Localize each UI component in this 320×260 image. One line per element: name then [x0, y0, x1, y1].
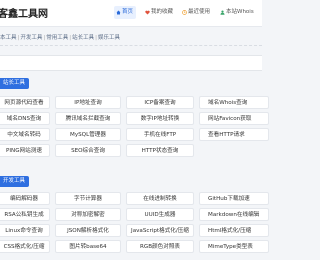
tool-link[interactable]: SEO综合查询	[55, 144, 121, 157]
search-bar[interactable]	[0, 55, 262, 71]
tool-link[interactable]: Markdown在线编辑	[199, 208, 269, 221]
category-link[interactable]: 常用工具	[46, 35, 68, 41]
tool-link[interactable]: MySQL管理器	[55, 128, 121, 141]
divider	[0, 45, 262, 46]
nav-home-label: 首页	[122, 9, 134, 15]
tool-link[interactable]: 查看HTTP请求	[199, 128, 269, 141]
heart-icon	[145, 10, 150, 15]
nav-recent-label: 最近使用	[188, 9, 211, 15]
home-icon	[116, 10, 121, 15]
nav-favorites[interactable]: 我的收藏	[143, 6, 176, 19]
tool-link[interactable]: RSA公私钥生成	[0, 208, 50, 221]
user-icon	[220, 10, 225, 15]
tool-link[interactable]: 图片转base64	[55, 240, 121, 253]
tool-link[interactable]: 在线进制转换	[126, 192, 194, 205]
tool-link[interactable]: Linux命令查询	[0, 224, 50, 237]
tool-link[interactable]: CSS格式化/压缩	[0, 240, 50, 253]
section-title-dev: 开发工具	[0, 176, 30, 187]
tool-link[interactable]: JSON解析格式化	[55, 224, 121, 237]
tool-link[interactable]: UUID生成器	[126, 208, 194, 221]
tool-link[interactable]: 编码解码器	[0, 192, 50, 205]
category-link[interactable]: 娱乐工具	[98, 35, 120, 41]
tool-link[interactable]: JavaScript格式化/压缩	[126, 224, 194, 237]
nav-whois-label: 本站Whois	[226, 9, 254, 15]
tool-link[interactable]: 数字IP地址转换	[126, 112, 194, 125]
tool-link[interactable]: 字节计算器	[55, 192, 121, 205]
category-breadcrumb: 本工具|开发工具|常用工具|站长工具|娱乐工具	[0, 33, 120, 41]
nav-favorites-label: 我的收藏	[151, 9, 174, 15]
site-logo[interactable]: 客鑫工具网	[0, 5, 48, 20]
tool-link[interactable]: MimeType类型表	[199, 240, 269, 253]
section-title-webmaster: 站长工具	[0, 78, 30, 89]
category-link[interactable]: 站长工具	[72, 35, 94, 41]
tool-link[interactable]: 网站Favicon获取	[199, 112, 269, 125]
tool-link[interactable]: 域名DNS查询	[0, 112, 50, 125]
tool-link[interactable]: ICP备案查询	[126, 96, 194, 109]
top-header: 客鑫工具网 首页 我的收藏 最近使用 本站Whois	[0, 0, 262, 27]
clock-icon	[182, 10, 187, 15]
tool-link[interactable]: 网页源代码查看	[0, 96, 50, 109]
category-link[interactable]: 开发工具	[20, 35, 42, 41]
tool-link[interactable]: GitHub下载加速	[199, 192, 269, 205]
tool-link[interactable]: 中文域名转码	[0, 128, 50, 141]
tool-link[interactable]: IP地址查询	[55, 96, 121, 109]
tool-link[interactable]: Html格式化/压缩	[199, 224, 269, 237]
nav-whois[interactable]: 本站Whois	[218, 6, 257, 19]
tool-link[interactable]: RGB颜色对照表	[126, 240, 194, 253]
tool-link[interactable]: HTTP状态查询	[126, 144, 194, 157]
category-link[interactable]: 本工具	[0, 35, 17, 41]
tool-link[interactable]: PING网站测速	[0, 144, 50, 157]
nav-recent[interactable]: 最近使用	[180, 6, 213, 19]
tool-link[interactable]: 对称加密解密	[55, 208, 121, 221]
tool-link[interactable]: 手机在线FTP	[126, 128, 194, 141]
tool-link[interactable]: 域名Whois查询	[199, 96, 269, 109]
tool-link[interactable]: 腾讯域名拦截查询	[55, 112, 121, 125]
nav-home[interactable]: 首页	[114, 6, 137, 19]
